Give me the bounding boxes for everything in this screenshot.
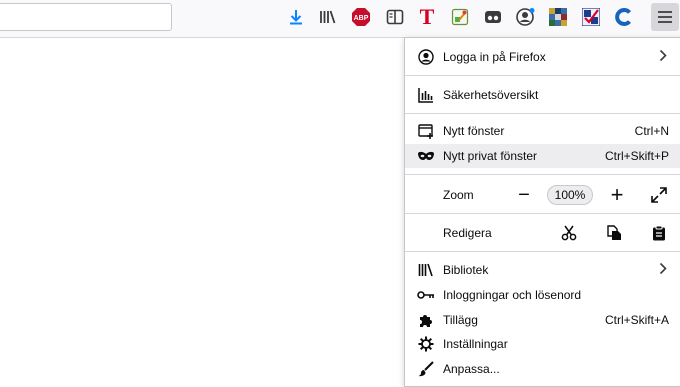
- menu-item-addons[interactable]: Tillägg Ctrl+Skift+A: [405, 308, 680, 332]
- copy-icon[interactable]: [603, 222, 625, 244]
- zoom-reset-button[interactable]: 100%: [547, 185, 593, 205]
- nav-toolbar: ABP T: [0, 0, 680, 38]
- c-extension-icon[interactable]: [612, 5, 636, 29]
- cut-icon[interactable]: [558, 222, 580, 244]
- chevron-right-icon: [659, 262, 667, 278]
- library-icon[interactable]: [316, 5, 340, 29]
- hamburger-menu-icon[interactable]: [651, 3, 679, 31]
- menu-item-label: Tillägg: [443, 313, 478, 327]
- menu-item-label: Anpassa...: [443, 362, 500, 376]
- menu-item-label: Inloggningar och lösenord: [443, 288, 582, 302]
- menu-item-label: Inställningar: [443, 337, 508, 351]
- fullscreen-icon[interactable]: [648, 184, 670, 206]
- menu-separator: [405, 113, 680, 114]
- gear-icon: [417, 335, 435, 353]
- shortcut-text: Ctrl+Skift+A: [604, 313, 669, 327]
- private-mask-icon[interactable]: [481, 5, 505, 29]
- menu-item-new-private-window[interactable]: Nytt privat fönster Ctrl+Skift+P: [405, 144, 680, 168]
- private-mask-icon: [417, 147, 435, 165]
- menu-separator: [405, 251, 680, 252]
- menu-item-label: Nytt fönster: [443, 124, 505, 138]
- library-icon: [417, 261, 435, 279]
- svg-text:ABP: ABP: [354, 15, 369, 22]
- adblock-icon[interactable]: ABP: [349, 5, 373, 29]
- url-bar[interactable]: [0, 3, 172, 31]
- menu-item-sign-in[interactable]: Logga in på Firefox: [405, 44, 680, 70]
- shortcut-text: Ctrl+Skift+P: [604, 149, 669, 163]
- menu-item-library[interactable]: Bibliotek: [405, 258, 680, 282]
- reader-view-icon[interactable]: [383, 5, 407, 29]
- menu-item-label: Bibliotek: [443, 263, 489, 277]
- menu-item-new-window[interactable]: Nytt fönster Ctrl+N: [405, 119, 680, 143]
- zoom-label: Zoom: [443, 188, 474, 202]
- menu-item-security-overview[interactable]: Säkerhetsöversikt: [405, 82, 680, 108]
- zoom-in-button[interactable]: +: [606, 184, 628, 206]
- menu-row-edit: Redigera: [405, 219, 680, 247]
- key-icon: [417, 286, 435, 304]
- chevron-right-icon: [659, 49, 667, 65]
- menu-row-zoom: Zoom − 100% +: [405, 181, 680, 209]
- account-icon: [417, 48, 435, 66]
- menu-item-label: Nytt privat fönster: [443, 149, 538, 163]
- menu-separator: [405, 174, 680, 175]
- account-icon[interactable]: [514, 5, 538, 29]
- pixel-extension-icon[interactable]: [546, 5, 570, 29]
- new-window-icon: [417, 122, 435, 140]
- bar-chart-icon: [417, 86, 435, 104]
- shortcut-text: Ctrl+N: [634, 124, 669, 138]
- menu-separator: [405, 213, 680, 214]
- edit-label: Redigera: [443, 226, 492, 240]
- menu-item-label: Säkerhetsöversikt: [443, 88, 539, 102]
- color-picker-icon[interactable]: [448, 5, 472, 29]
- menu-item-customize[interactable]: Anpassa...: [405, 357, 680, 381]
- paste-icon[interactable]: [648, 222, 670, 244]
- checker-extension-icon[interactable]: [579, 5, 603, 29]
- app-menu-panel: Logga in på Firefox Säkerhetsöversikt Ny…: [404, 37, 680, 387]
- menu-separator: [405, 75, 680, 76]
- menu-item-logins[interactable]: Inloggningar och lösenord: [405, 283, 680, 307]
- menu-item-label: Logga in på Firefox: [443, 50, 546, 64]
- download-icon[interactable]: [284, 5, 308, 29]
- zoom-out-button[interactable]: −: [513, 184, 535, 206]
- menu-item-settings[interactable]: Inställningar: [405, 332, 680, 356]
- paintbrush-icon: [417, 360, 435, 378]
- puzzle-icon: [417, 311, 435, 329]
- text-t-icon[interactable]: T: [415, 5, 439, 29]
